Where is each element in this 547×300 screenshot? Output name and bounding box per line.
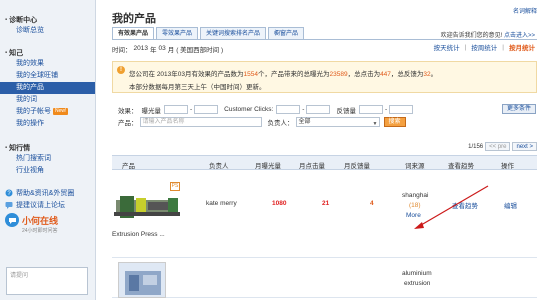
sidebar-item-diagnosis-overview[interactable]: 诊断总览 xyxy=(0,25,95,37)
sidebar-item-industry-view[interactable]: 行业视角 xyxy=(0,165,95,177)
page-title: 我的产品 xyxy=(112,13,156,25)
tab-effective-products[interactable]: 有效果产品 xyxy=(112,27,155,39)
product-count: 1554 xyxy=(243,71,258,78)
glossary-link[interactable]: 名词解释 xyxy=(513,6,537,15)
sidebar-item-hot-search-words[interactable]: 热门搜索词 xyxy=(0,153,95,165)
col-feedback[interactable]: 月反馈量 xyxy=(344,160,370,170)
col-action: 操作 xyxy=(501,163,514,170)
filter-row-product: 产品： 请输入产品名称 负责人： 全部 ▼ 搜索 xyxy=(118,116,538,128)
summary-line: 您公司在 2013年03月有效果的产品数为1554个，产品带来的总曝光为2358… xyxy=(129,71,438,78)
sidebar-section-know-self[interactable]: ▪ 知己 xyxy=(0,47,95,58)
tab-zero-effect-products[interactable]: 零效果产品 xyxy=(156,27,199,39)
table-row: PS kate merry 1080 21 4 shanghai (18) Mo… xyxy=(112,170,537,258)
product-name[interactable]: Extrusion Press ... xyxy=(112,231,165,238)
time-bar: 时间： 2013 年 03 月 ( 美国西部时间 ) 按天统计 | 按周统计 |… xyxy=(112,42,535,54)
col-product: 产品 xyxy=(122,163,135,170)
clicks-min-input[interactable] xyxy=(276,105,301,114)
tab-showcase-products[interactable]: 橱窗产品 xyxy=(268,27,305,39)
online-support[interactable]: 小何在线 xyxy=(0,213,95,227)
summary-notice: ! 您公司在 2013年03月有效果的产品数为1554个，产品带来的总曝光为23… xyxy=(112,61,537,93)
chat-bubble-icon xyxy=(5,213,19,227)
timezone-label: ( 美国西部时间 ) xyxy=(176,46,224,54)
source-more-link[interactable]: More xyxy=(406,212,421,219)
feedback-max-input[interactable] xyxy=(389,105,414,114)
year-value[interactable]: 2013 xyxy=(134,45,148,52)
month-value[interactable]: 03 xyxy=(158,45,165,52)
product-thumbnail[interactable] xyxy=(118,262,166,298)
stat-by-day-link[interactable]: 按天统计 xyxy=(434,42,460,52)
online-support-subtitle: 24小时即时问答 xyxy=(22,228,58,234)
sidebar-section-market[interactable]: ▪ 知行情 xyxy=(0,142,95,153)
collapse-triangle-icon: ▪ xyxy=(5,49,8,56)
total-clicks: 447 xyxy=(380,71,391,78)
col-source: 词来源 xyxy=(405,163,425,170)
sidebar-item-label: 我的子帐号 xyxy=(16,108,51,115)
new-badge: New! xyxy=(53,107,69,115)
source-keyword-line2: extrusion xyxy=(404,280,431,287)
owner-select[interactable]: 全部 ▼ xyxy=(295,117,380,127)
sidebar-item-my-sub-accounts[interactable]: 我的子帐号 New! xyxy=(0,106,95,118)
col-exposure[interactable]: 月曝光量 xyxy=(255,160,281,170)
ps-badge[interactable]: PS xyxy=(170,182,180,191)
feedback-min-input[interactable] xyxy=(358,105,383,114)
collapse-triangle-icon: ▪ xyxy=(5,144,8,151)
exposure-value: 1080 xyxy=(272,200,287,207)
source-keyword: shanghai xyxy=(402,192,429,199)
exposure-max-input[interactable] xyxy=(194,105,219,114)
sidebar-item-my-effect[interactable]: 我的效果 xyxy=(0,58,95,70)
next-page-button[interactable]: next > xyxy=(512,142,537,151)
update-notice: 本部分数据每月第三天上午（中国时间）更新。 xyxy=(129,84,266,91)
more-conditions-button[interactable]: 更多条件 xyxy=(501,104,536,114)
col-owner: 负责人 xyxy=(209,163,229,170)
view-trend-link[interactable]: 查看趋势 xyxy=(452,200,478,210)
stat-period-links: 按天统计 | 按周统计 | 按月统计 xyxy=(433,42,535,53)
sidebar: ▪ 诊断中心 诊断总览 ▪ 知己 我的效果 我的全球旺铺 我的产品 我的词 我的… xyxy=(0,0,96,300)
sidebar-item-my-global-store[interactable]: 我的全球旺铺 xyxy=(0,70,95,82)
info-icon: ! xyxy=(117,66,125,74)
stat-by-month-link[interactable]: 按月统计 xyxy=(509,42,535,52)
exposure-min-input[interactable] xyxy=(164,105,188,114)
tab-divider xyxy=(112,39,537,40)
sidebar-item-my-operations[interactable]: 我的操作 xyxy=(0,118,95,130)
main-content: 我的产品 名词解释 欢迎告诉我们您的意见! 点击进入>> 有效果产品 零效果产品… xyxy=(104,0,547,300)
prev-page-button[interactable]: << pre xyxy=(485,142,511,151)
clicks-value: 21 xyxy=(322,200,330,207)
forum-icon xyxy=(5,202,13,209)
page-indicator: 1/156 xyxy=(468,143,484,150)
forum-link[interactable]: 提建议请上论坛 xyxy=(0,199,95,211)
owner-name: kate merry xyxy=(206,200,237,207)
table-header: 产品 负责人 月曝光量 月点击量 月反馈量 词来源 查看趋势 操作 xyxy=(112,155,537,170)
help-link[interactable]: ? 帮助&资讯&外贸圈 xyxy=(0,187,95,199)
col-clicks[interactable]: 月点击量 xyxy=(299,160,325,170)
feedback-bar: 欢迎告诉我们您的意见! 点击进入>> xyxy=(440,33,535,39)
pagination: 1/156 << pre next > xyxy=(468,142,537,151)
search-button[interactable]: 搜索 xyxy=(383,117,406,127)
sidebar-item-my-products[interactable]: 我的产品 xyxy=(0,82,95,94)
edit-link[interactable]: 编辑 xyxy=(504,200,517,210)
sidebar-section-diagnosis[interactable]: ▪ 诊断中心 xyxy=(0,14,95,25)
source-count: (18) xyxy=(409,202,421,209)
help-icon: ? xyxy=(5,189,13,197)
sidebar-item-my-words[interactable]: 我的词 xyxy=(0,94,95,106)
product-name-input[interactable]: 请输入产品名称 xyxy=(139,117,262,127)
filter-row-metrics: 效果： 曝光量 - Customer Clicks: - 反馈量 - 更多条件 xyxy=(118,104,538,115)
tab-keyword-ranking-products[interactable]: 关键词搜索排名产品 xyxy=(200,27,267,39)
source-keyword-line1: aluminium xyxy=(402,270,432,277)
clicks-max-input[interactable] xyxy=(306,105,331,114)
total-exposure: 23589 xyxy=(329,71,348,78)
table-row: aluminium extrusion xyxy=(112,258,537,298)
chevron-down-icon: ▼ xyxy=(372,121,378,127)
col-trend: 查看趋势 xyxy=(448,163,474,170)
product-thumbnail[interactable] xyxy=(112,186,182,231)
feedback-value: 4 xyxy=(370,200,374,207)
collapse-triangle-icon: ▪ xyxy=(5,16,8,23)
product-table: 产品 负责人 月曝光量 月点击量 月反馈量 词来源 查看趋势 操作 PS kat… xyxy=(112,155,537,298)
stat-by-week-link[interactable]: 按周统计 xyxy=(471,42,497,52)
product-tabs: 有效果产品 零效果产品 关键词搜索排名产品 橱窗产品 xyxy=(112,27,306,39)
ask-question-input[interactable]: 请提问 xyxy=(6,267,88,295)
total-feedback: 32 xyxy=(423,71,431,78)
